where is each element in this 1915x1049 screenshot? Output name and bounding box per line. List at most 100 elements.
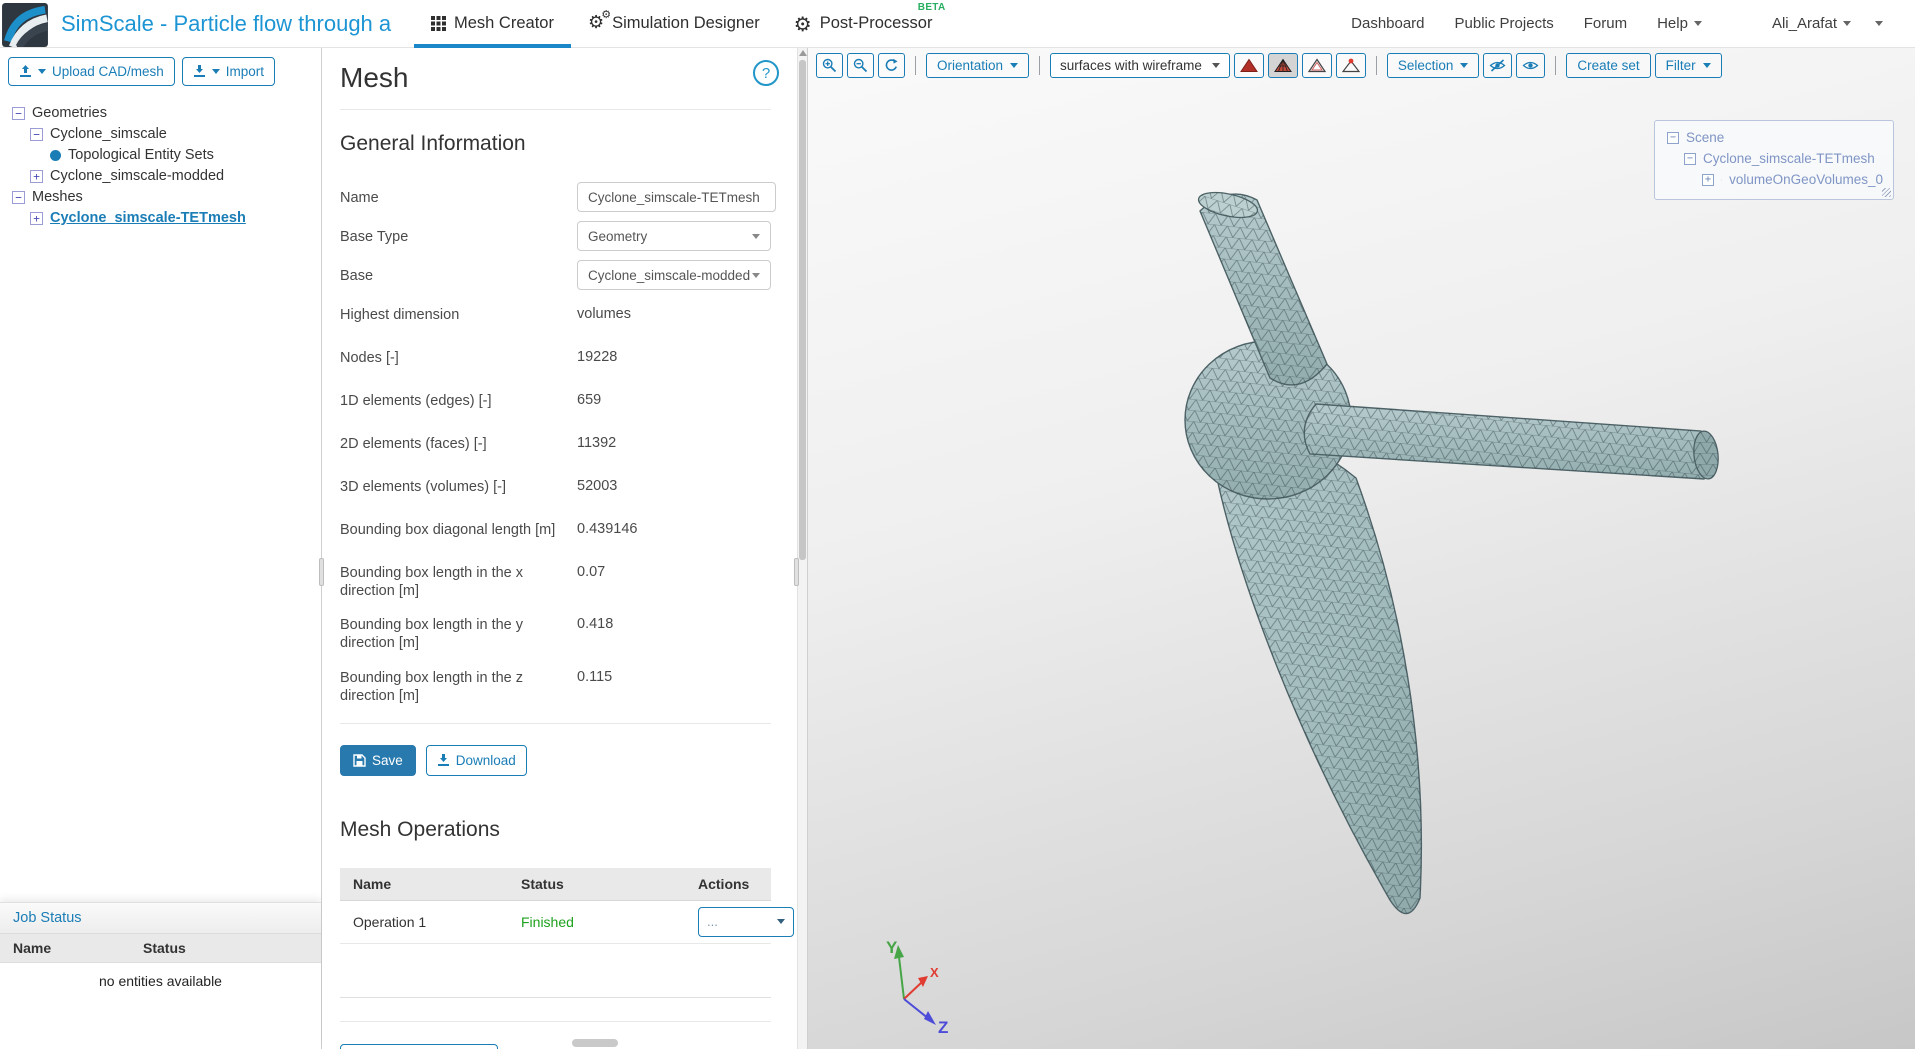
- tree-label-selected[interactable]: Cyclone_simscale-TETmesh: [50, 210, 246, 226]
- scene-node-mesh[interactable]: − Cyclone_simscale-TETmesh: [1667, 151, 1883, 166]
- field-value: volumes: [577, 306, 631, 322]
- extra-dropdown-toggle[interactable]: [1875, 21, 1883, 26]
- vertical-scrollbar[interactable]: [797, 48, 807, 1049]
- zoom-in-button[interactable]: [816, 53, 843, 78]
- scrollbar-up-arrow[interactable]: [799, 50, 807, 56]
- tree-node-geometries[interactable]: − Geometries: [10, 105, 311, 121]
- filter-dropdown[interactable]: Filter: [1654, 53, 1722, 78]
- cyclone-mesh-model[interactable]: [1118, 148, 1778, 938]
- name-field[interactable]: [577, 182, 776, 212]
- eye-icon: [1522, 61, 1539, 70]
- nav-help-menu[interactable]: Help: [1657, 15, 1702, 32]
- render-surfaces-button[interactable]: [1233, 53, 1264, 78]
- nav-forum[interactable]: Forum: [1584, 15, 1627, 32]
- save-button[interactable]: Save: [340, 744, 416, 776]
- user-menu[interactable]: Ali_Arafat: [1772, 15, 1851, 32]
- chevron-down-icon: [752, 272, 760, 278]
- col-status: Status: [521, 875, 564, 892]
- tree-node-topological-entity-sets[interactable]: Topological Entity Sets: [10, 147, 311, 163]
- orientation-dropdown[interactable]: Orientation: [926, 53, 1030, 78]
- tab-post-processor[interactable]: BETA ⚙ Post-Processor: [777, 0, 950, 48]
- selection-dropdown[interactable]: Selection: [1386, 53, 1480, 78]
- tree-node-meshes[interactable]: − Meshes: [10, 189, 311, 205]
- outlet-pipe[interactable]: [1303, 403, 1720, 480]
- scene-node-root[interactable]: − Scene: [1667, 130, 1883, 145]
- base-select[interactable]: Cyclone_simscale-modded: [577, 260, 771, 290]
- field-row-bbox-x: Bounding box length in the x direction […: [340, 557, 771, 600]
- resize-handle-icon[interactable]: [1882, 188, 1891, 197]
- import-button[interactable]: Import: [181, 57, 276, 86]
- collapse-icon[interactable]: −: [1667, 131, 1679, 144]
- save-icon: [353, 754, 366, 767]
- chevron-down-icon: [1460, 63, 1469, 68]
- upload-cad-mesh-button[interactable]: Upload CAD/mesh: [8, 57, 175, 86]
- operation-actions-select[interactable]: ...: [698, 906, 794, 937]
- sidebar-splitter-handle[interactable]: [319, 558, 324, 586]
- tab-mesh-creator[interactable]: Mesh Creator: [414, 0, 571, 48]
- tree-node-cyclone-simscale-modded[interactable]: + Cyclone_simscale-modded: [10, 168, 311, 184]
- collapse-icon[interactable]: −: [12, 106, 25, 120]
- mesh-operations-heading: Mesh Operations: [340, 817, 500, 841]
- sidebar: Upload CAD/mesh Import − Geometries − Cy…: [0, 48, 324, 1049]
- base-type-select[interactable]: Geometry: [577, 221, 771, 251]
- help-button[interactable]: ?: [753, 60, 779, 86]
- inlet-pipe[interactable]: [1196, 188, 1328, 386]
- create-set-button[interactable]: Create set: [1566, 53, 1651, 78]
- refresh-icon: [885, 58, 898, 71]
- field-row-base-type: Base Type Geometry: [340, 221, 771, 251]
- tree-label: Cyclone_simscale: [50, 126, 167, 142]
- operations-header-row: Name Status Actions: [340, 867, 771, 901]
- add-mesh-operation-button[interactable]: + Add mesh operation: [340, 1043, 498, 1049]
- tree-node-cyclone-simscale-tetmesh[interactable]: + Cyclone_simscale-TETmesh: [10, 210, 311, 226]
- field-value: 659: [577, 392, 602, 408]
- field-label: Base: [340, 268, 374, 284]
- cone-body[interactable]: [1209, 434, 1423, 915]
- axis-z-label: Z: [938, 1018, 948, 1035]
- render-points-button[interactable]: [1335, 53, 1366, 78]
- zoom-out-button[interactable]: [847, 53, 874, 78]
- show-all-button[interactable]: [1516, 53, 1546, 78]
- nav-dashboard[interactable]: Dashboard: [1351, 15, 1424, 32]
- render-mode-select[interactable]: surfaces with wireframe: [1050, 53, 1230, 78]
- hide-selected-button[interactable]: [1483, 53, 1513, 78]
- tab-label: Mesh Creator: [454, 14, 554, 32]
- selected-value: Cyclone_simscale-modded: [588, 267, 751, 283]
- project-title[interactable]: SimScale - Particle flow through a c...: [61, 11, 396, 37]
- collapse-icon[interactable]: −: [12, 190, 25, 204]
- field-value: 0.439146: [577, 521, 638, 537]
- visibility-eye-icon[interactable]: [1721, 175, 1723, 185]
- nav-public-projects[interactable]: Public Projects: [1455, 15, 1554, 32]
- simscale-logo[interactable]: [2, 2, 48, 47]
- job-status-col-name: Name: [13, 940, 52, 956]
- upload-icon: [20, 65, 31, 77]
- table-row[interactable]: Operation 1 Finished ...: [340, 901, 794, 944]
- field-label: Bounding box diagonal length [m]: [340, 522, 556, 538]
- collapse-icon[interactable]: −: [1684, 152, 1696, 165]
- form-actions: Save Download: [340, 722, 771, 776]
- scene-node-volume[interactable]: + volumeOnGeoVolumes_0: [1667, 172, 1883, 187]
- chevron-down-icon: [752, 233, 760, 239]
- render-wireframe-button[interactable]: [1301, 53, 1332, 78]
- field-label: Highest dimension: [340, 307, 460, 323]
- expand-icon[interactable]: +: [30, 169, 43, 183]
- expand-icon[interactable]: +: [30, 211, 43, 225]
- tree-label: Cyclone_simscale-modded: [50, 168, 225, 184]
- tab-simulation-designer[interactable]: ⚙ ⚙ Simulation Designer: [571, 0, 777, 48]
- viewport-3d[interactable]: Orientation surfaces with wireframe Sele…: [808, 48, 1915, 1049]
- scrollbar-thumb[interactable]: [799, 60, 806, 560]
- expand-icon[interactable]: +: [1702, 173, 1714, 186]
- horizontal-scrollbar-thumb[interactable]: [572, 1039, 618, 1047]
- toolbar-separator: [915, 56, 916, 75]
- selection-label: Selection: [1397, 58, 1454, 73]
- render-surfaces-wireframe-button[interactable]: [1267, 53, 1298, 78]
- field-value: 52003: [577, 478, 618, 494]
- download-button[interactable]: Download: [425, 744, 527, 776]
- job-status-title[interactable]: Job Status: [0, 902, 321, 934]
- field-label: Base Type: [340, 229, 409, 245]
- beta-badge: BETA: [917, 1, 946, 13]
- panel-splitter-handle[interactable]: [794, 558, 799, 586]
- collapse-icon[interactable]: −: [30, 127, 43, 141]
- refresh-view-button[interactable]: [878, 53, 905, 78]
- tree-label: Meshes: [32, 189, 83, 205]
- tree-node-cyclone-simscale[interactable]: − Cyclone_simscale: [10, 126, 311, 142]
